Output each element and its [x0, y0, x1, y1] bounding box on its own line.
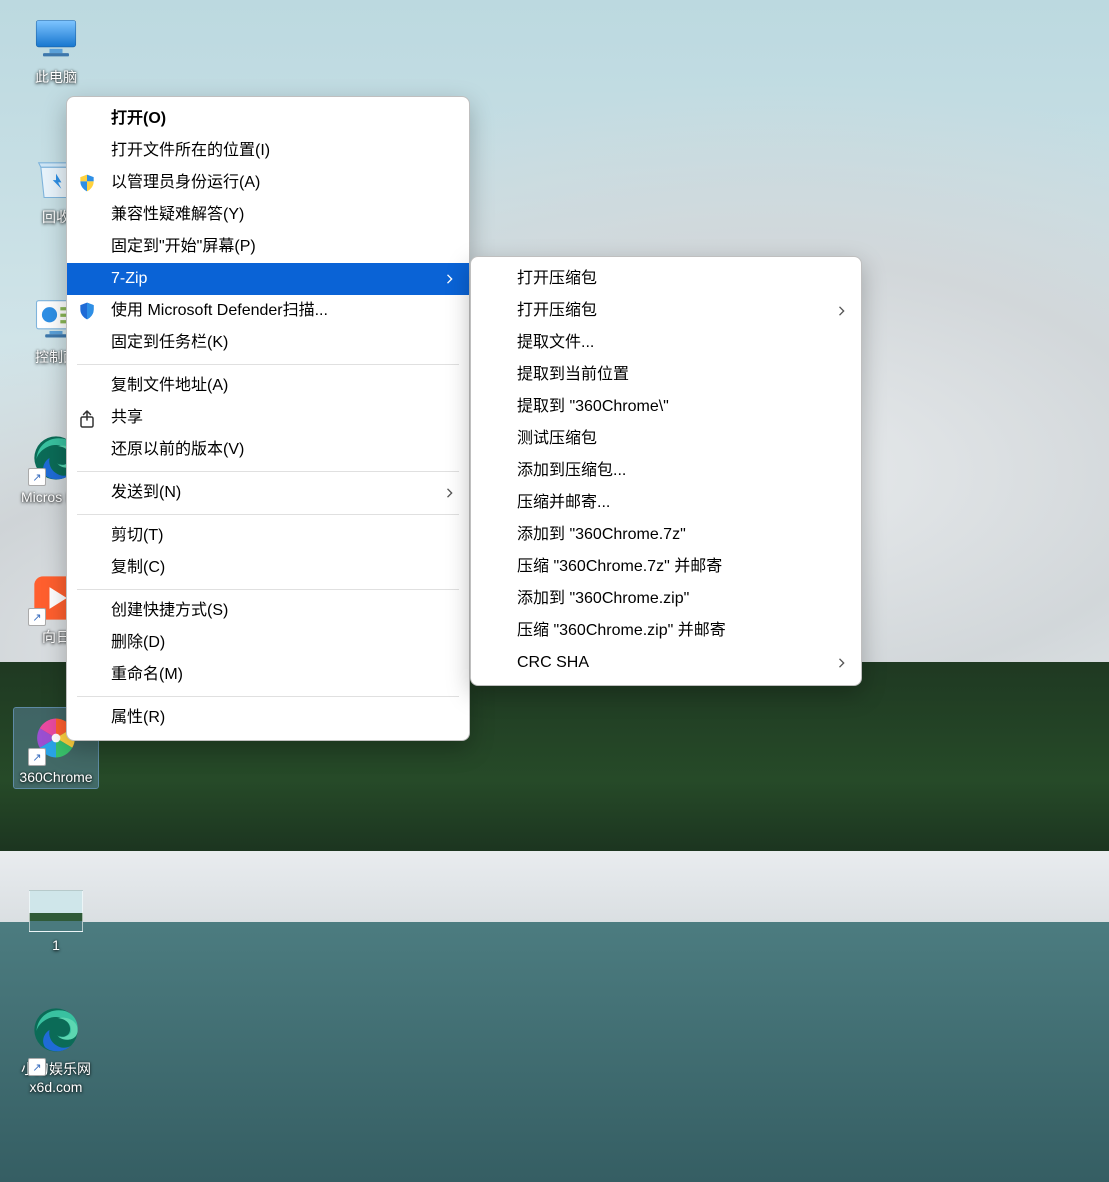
submenu-item-label: 提取文件... — [517, 334, 594, 351]
menu-item-o[interactable]: 打开(O) — [67, 103, 469, 135]
submenu-item-label: 压缩并邮寄... — [517, 494, 610, 511]
desktop-icon-this-pc[interactable]: 此电脑 — [14, 8, 98, 88]
submenu-item-360chrome-zip-10[interactable]: 添加到 "360Chrome.zip" — [471, 583, 861, 615]
menu-item-y[interactable]: 兼容性疑难解答(Y) — [67, 199, 469, 231]
menu-item-label: 发送到(N) — [111, 484, 181, 501]
chevron-right-icon — [835, 304, 849, 318]
menu-item-n[interactable]: 发送到(N) — [67, 477, 469, 509]
submenu-item-label: CRC SHA — [517, 654, 589, 671]
menu-item-label: 7-Zip — [111, 270, 147, 287]
submenu-item-sub-2-2[interactable]: 提取文件... — [471, 327, 861, 359]
menu-item-label: 属性(R) — [111, 709, 165, 726]
submenu-item-label: 打开压缩包 — [517, 302, 597, 319]
menu-separator — [77, 589, 459, 590]
menu-item-label: 使用 Microsoft Defender扫描... — [111, 302, 328, 319]
submenu-item-label: 测试压缩包 — [517, 430, 597, 447]
desktop[interactable]: 此电脑 回收 控制面 ↗ Micros Edg ↗ 向日 ↗ 360Chrome — [0, 0, 1109, 1182]
shortcut-arrow-icon: ↗ — [28, 748, 46, 766]
shortcut-arrow-icon: ↗ — [28, 608, 46, 626]
menu-item-label: 打开文件所在的位置(I) — [111, 142, 270, 159]
submenu-item-crc-sha-12[interactable]: CRC SHA — [471, 647, 861, 679]
submenu-item-sub-7-7[interactable]: 压缩并邮寄... — [471, 487, 861, 519]
menu-item-c[interactable]: 复制(C) — [67, 552, 469, 584]
submenu-item-sub-5-5[interactable]: 测试压缩包 — [471, 423, 861, 455]
desktop-icon-edge2[interactable]: ↗ 小刀娱乐网 x6d.com — [14, 1000, 98, 1098]
menu-separator — [77, 364, 459, 365]
menu-item-label: 创建快捷方式(S) — [111, 602, 228, 619]
share-icon — [77, 408, 97, 428]
menu-item-7-zip[interactable]: 7-Zip — [67, 263, 469, 295]
menu-item-item-10[interactable]: 共享 — [67, 402, 469, 434]
chevron-right-icon — [835, 656, 849, 670]
pc-icon — [30, 12, 82, 64]
shield-defender-icon — [77, 301, 97, 321]
menu-item-label: 兼容性疑难解答(Y) — [111, 206, 244, 223]
menu-item-t[interactable]: 剪切(T) — [67, 520, 469, 552]
submenu-item-360chrome-4[interactable]: 提取到 "360Chrome\" — [471, 391, 861, 423]
shield-uac-icon — [77, 173, 97, 193]
submenu-item-360chrome-7z-8[interactable]: 添加到 "360Chrome.7z" — [471, 519, 861, 551]
menu-separator — [77, 514, 459, 515]
menu-item-label: 以管理员身份运行(A) — [111, 174, 260, 191]
menu-item-label: 还原以前的版本(V) — [111, 441, 244, 458]
submenu-item-label: 添加到压缩包... — [517, 462, 626, 479]
submenu-item-sub-6-6[interactable]: 添加到压缩包... — [471, 455, 861, 487]
chevron-right-icon — [443, 272, 457, 286]
chevron-right-icon — [443, 486, 457, 500]
menu-item-i[interactable]: 打开文件所在的位置(I) — [67, 135, 469, 167]
submenu-item-label: 提取到 "360Chrome\" — [517, 398, 669, 415]
submenu-item-sub-0-0[interactable]: 打开压缩包 — [471, 263, 861, 295]
shortcut-arrow-icon: ↗ — [28, 1058, 46, 1076]
menu-item-d[interactable]: 删除(D) — [67, 627, 469, 659]
submenu-item-sub-3-3[interactable]: 提取到当前位置 — [471, 359, 861, 391]
menu-item-m[interactable]: 重命名(M) — [67, 659, 469, 691]
menu-item-label: 共享 — [111, 409, 143, 426]
submenu-item-label: 打开压缩包 — [517, 270, 597, 287]
desktop-icon-label: 1 — [18, 936, 94, 954]
submenu-item-360chrome-zip-11[interactable]: 压缩 "360Chrome.zip" 并邮寄 — [471, 615, 861, 647]
menu-item-a[interactable]: 复制文件地址(A) — [67, 370, 469, 402]
menu-item-microsoft-defender[interactable]: 使用 Microsoft Defender扫描... — [67, 295, 469, 327]
menu-item-p[interactable]: 固定到"开始"屏幕(P) — [67, 231, 469, 263]
menu-item-s[interactable]: 创建快捷方式(S) — [67, 595, 469, 627]
submenu-item-label: 添加到 "360Chrome.zip" — [517, 590, 689, 607]
menu-item-v[interactable]: 还原以前的版本(V) — [67, 434, 469, 466]
thumbnail-icon — [29, 890, 83, 932]
menu-item-label: 删除(D) — [111, 634, 165, 651]
context-submenu-7zip: 打开压缩包打开压缩包提取文件...提取到当前位置提取到 "360Chrome\"… — [470, 256, 862, 686]
submenu-item-360chrome-7z-9[interactable]: 压缩 "360Chrome.7z" 并邮寄 — [471, 551, 861, 583]
menu-item-label: 打开(O) — [111, 110, 166, 127]
shortcut-arrow-icon: ↗ — [28, 468, 46, 486]
menu-item-label: 重命名(M) — [111, 666, 183, 683]
desktop-icon-label: 此电脑 — [18, 68, 94, 86]
desktop-icon-screenshot[interactable]: 1 — [14, 880, 98, 956]
menu-separator — [77, 471, 459, 472]
menu-item-label: 剪切(T) — [111, 527, 163, 544]
submenu-item-label: 提取到当前位置 — [517, 366, 629, 383]
menu-item-a[interactable]: 以管理员身份运行(A) — [67, 167, 469, 199]
menu-item-k[interactable]: 固定到任务栏(K) — [67, 327, 469, 359]
submenu-item-sub-1-1[interactable]: 打开压缩包 — [471, 295, 861, 327]
context-menu: 打开(O) 打开文件所在的位置(I) 以管理员身份运行(A) 兼容性疑难解答(Y) 固定… — [66, 96, 470, 741]
menu-item-label: 固定到"开始"屏幕(P) — [111, 238, 256, 255]
menu-separator — [77, 696, 459, 697]
edge-icon — [30, 1004, 82, 1056]
desktop-icon-label: 360Chrome — [18, 768, 94, 786]
menu-item-label: 固定到任务栏(K) — [111, 334, 228, 351]
menu-item-label: 复制文件地址(A) — [111, 377, 228, 394]
submenu-item-label: 添加到 "360Chrome.7z" — [517, 526, 686, 543]
submenu-item-label: 压缩 "360Chrome.7z" 并邮寄 — [517, 558, 722, 575]
menu-item-r[interactable]: 属性(R) — [67, 702, 469, 734]
submenu-item-label: 压缩 "360Chrome.zip" 并邮寄 — [517, 622, 726, 639]
menu-item-label: 复制(C) — [111, 559, 165, 576]
